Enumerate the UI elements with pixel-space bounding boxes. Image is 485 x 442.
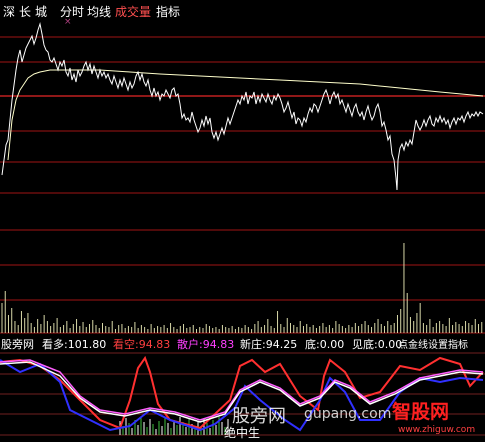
- indicator-bullish: 看多:101.80: [42, 338, 107, 351]
- tab-volume[interactable]: 成交量: [115, 3, 151, 20]
- volume-bars: [1, 243, 483, 333]
- indicator-retail: 散户:94.83: [177, 338, 235, 351]
- indicator-see-bottom: 见底:0.00: [352, 338, 403, 351]
- watermark-url: gupang.com: [304, 406, 392, 422]
- toolbar-item-shen[interactable]: 深: [3, 3, 15, 20]
- indicator-settings[interactable]: 点金线设置指标: [398, 336, 468, 351]
- toolbar: 深 长 城 分时 均线 成交量 指标 ×: [0, 0, 485, 27]
- grid-lines: [0, 36, 485, 334]
- brand-url: www.zhiguw.com: [398, 425, 476, 435]
- toolbar-item-chang[interactable]: 长: [19, 3, 31, 20]
- indicator-bottom: 底:0.00: [305, 338, 345, 351]
- indicator-bearish: 看空:94.83: [113, 338, 171, 351]
- close-icon[interactable]: ×: [64, 17, 72, 27]
- bottom-label: 绝中生: [224, 426, 261, 440]
- indicator-new-dealer: 新庄:94.25: [240, 338, 298, 351]
- average-price-line: [7, 69, 484, 161]
- tab-moving-average[interactable]: 均线: [87, 3, 111, 20]
- price-chart: [1, 22, 484, 191]
- chart-canvas: [0, 22, 485, 436]
- tab-indicator[interactable]: 指标: [156, 3, 180, 20]
- indicator-info-bar: 股旁网 看多:101.80 看空:94.83 散户:94.83 新庄:94.25…: [0, 336, 485, 352]
- brand-logo: 智股网: [392, 401, 450, 423]
- price-line: [1, 22, 484, 191]
- indicator-name[interactable]: 股旁网: [1, 336, 34, 352]
- toolbar-item-cheng[interactable]: 城: [35, 3, 47, 20]
